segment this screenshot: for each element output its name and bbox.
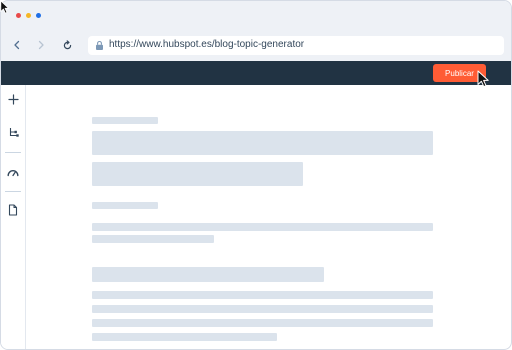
title-bar — [1, 1, 511, 31]
editor-header: Publicar — [1, 61, 511, 85]
back-button[interactable] — [10, 38, 24, 52]
url-text: https://www.hubspot.es/blog-topic-genera… — [109, 39, 305, 50]
optimize-button[interactable] — [6, 165, 20, 179]
skeleton-title-line — [92, 131, 433, 155]
structure-button[interactable] — [6, 125, 20, 139]
sidebar-divider — [5, 191, 21, 192]
chevron-right-icon — [38, 40, 44, 50]
skeleton-label — [92, 117, 158, 124]
address-bar[interactable]: https://www.hubspot.es/blog-topic-genera… — [88, 36, 504, 55]
document-icon — [8, 204, 18, 216]
skeleton-label — [92, 202, 158, 209]
cursor-icon — [0, 0, 9, 14]
skeleton-text-line — [92, 333, 277, 341]
tree-structure-icon — [9, 127, 19, 137]
maximize-window-button[interactable] — [36, 13, 41, 18]
browser-window: https://www.hubspot.es/blog-topic-genera… — [0, 0, 512, 350]
forward-button[interactable] — [34, 38, 48, 52]
skeleton-heading — [92, 267, 324, 282]
speedometer-icon — [7, 169, 19, 176]
skeleton-text-line — [92, 223, 433, 231]
page-settings-button[interactable] — [6, 203, 20, 217]
skeleton-text-line — [92, 319, 433, 327]
skeleton-title-line — [92, 162, 303, 186]
reload-icon — [63, 39, 71, 49]
minimize-window-button[interactable] — [26, 13, 31, 18]
add-button[interactable] — [6, 92, 20, 106]
skeleton-text-line — [92, 305, 433, 313]
cursor-icon — [477, 70, 489, 88]
skeleton-text-line — [92, 291, 433, 299]
skeleton-text-line — [92, 235, 214, 243]
editor-sidebar — [1, 85, 26, 349]
browser-toolbar: https://www.hubspot.es/blog-topic-genera… — [1, 31, 511, 61]
chevron-left-icon — [14, 40, 20, 50]
sidebar-divider — [5, 152, 21, 153]
add-icon — [7, 93, 19, 105]
lock-icon — [96, 40, 103, 50]
close-window-button[interactable] — [16, 13, 21, 18]
reload-button[interactable] — [60, 38, 74, 52]
